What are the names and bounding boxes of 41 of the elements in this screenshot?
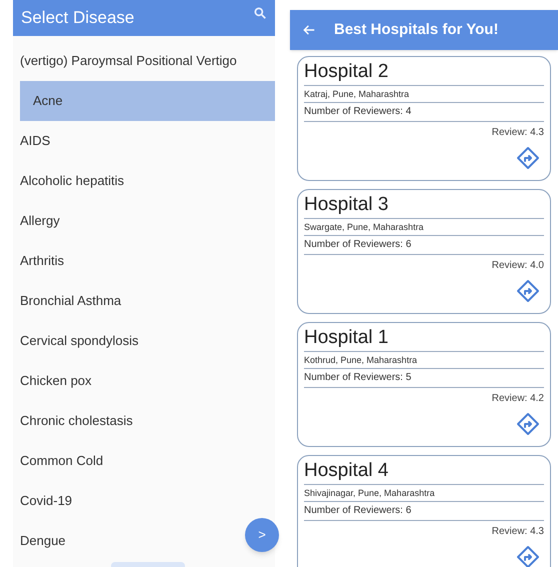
disease-item[interactable]: Arthritis xyxy=(20,241,64,281)
hospital-name: Hospital 4 xyxy=(304,456,544,485)
directions-icon[interactable] xyxy=(516,146,540,170)
disease-item[interactable]: Allergy xyxy=(20,201,60,241)
hospital-address: Shivajinagar, Pune, Maharashtra xyxy=(304,485,544,502)
hospital-name: Hospital 2 xyxy=(304,57,544,86)
hospital-card[interactable]: Hospital 4 Shivajinagar, Pune, Maharashtra Number of Reviewers: 6 Review: 4.3 xyxy=(297,455,551,567)
hospital-card[interactable]: Hospital 3 Swargate, Pune, Maharashtra Number of Reviewers: 6 Review: 4.0 xyxy=(297,189,551,314)
reviewer-count: Number of Reviewers: 6 xyxy=(304,502,544,521)
screen-title: Select Disease xyxy=(21,7,134,30)
hospital-name: Hospital 1 xyxy=(304,323,544,352)
review-score: Review: 4.3 xyxy=(492,525,544,539)
reviewer-count: Number of Reviewers: 5 xyxy=(304,369,544,388)
reviewer-count: Number of Reviewers: 6 xyxy=(304,236,544,255)
hospital-address: Katraj, Pune, Maharashtra xyxy=(304,86,544,103)
disease-item[interactable]: Dengue xyxy=(20,521,66,561)
disease-item[interactable]: Acne xyxy=(20,81,275,121)
hospital-address: Kothrud, Pune, Maharashtra xyxy=(304,352,544,369)
review-score: Review: 4.2 xyxy=(492,392,544,406)
disease-item[interactable]: AIDS xyxy=(20,121,50,161)
back-arrow-icon[interactable] xyxy=(302,23,316,37)
review-score: Review: 4.0 xyxy=(492,259,544,273)
disease-item[interactable]: Chronic cholestasis xyxy=(20,401,133,441)
directions-icon[interactable] xyxy=(516,545,540,567)
hospital-card[interactable]: Hospital 1 Kothrud, Pune, Maharashtra Number of Reviewers: 5 Review: 4.2 xyxy=(297,322,551,447)
review-score: Review: 4.3 xyxy=(492,126,544,140)
disease-item[interactable]: Cervical spondylosis xyxy=(20,321,138,361)
disease-item[interactable]: Covid-19 xyxy=(20,481,72,521)
search-icon[interactable] xyxy=(253,6,267,20)
disease-item[interactable]: Common Cold xyxy=(20,441,104,481)
hospital-card[interactable]: Hospital 2 Katraj, Pune, Maharashtra Number of Reviewers: 4 Review: 4.3 xyxy=(297,56,551,181)
screen-title: Best Hospitals for You! xyxy=(334,20,498,40)
directions-icon[interactable] xyxy=(516,412,540,436)
disease-item[interactable]: Chicken pox xyxy=(20,361,92,401)
disease-item[interactable]: (vertigo) Paroymsal Positional Vertigo xyxy=(20,41,237,81)
disease-item[interactable]: Alcoholic hepatitis xyxy=(20,161,124,201)
hospital-name: Hospital 3 xyxy=(304,190,544,219)
reviewer-count: Number of Reviewers: 4 xyxy=(304,103,544,122)
directions-icon[interactable] xyxy=(516,279,540,303)
hospital-address: Swargate, Pune, Maharashtra xyxy=(304,219,544,236)
disease-item[interactable]: Bronchial Asthma xyxy=(20,281,122,321)
